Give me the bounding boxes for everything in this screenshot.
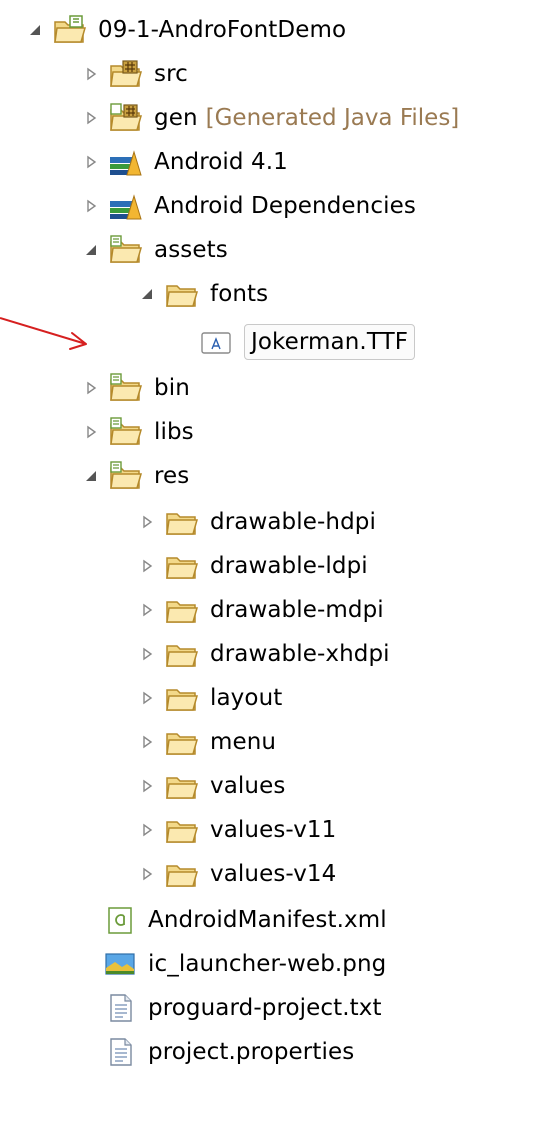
collapsed-twisty-icon[interactable] [80,63,102,85]
tree-item-label: Android 4.1 [154,149,288,175]
tree-item-drawable-xhdpi[interactable]: drawable-xhdpi [136,632,390,676]
tree-item-android-dependencies[interactable]: Android Dependencies [80,184,416,228]
tree-item-src[interactable]: src [80,52,188,96]
tree-item-android-library[interactable]: Android 4.1 [80,140,288,184]
tree-item-bin[interactable]: bin [80,366,190,410]
folder-icon [164,506,200,538]
tree-item-label: bin [154,375,190,401]
tree-item-ic-launcher-web[interactable]: ic_launcher-web.png [102,942,386,986]
tree-item-label: drawable-ldpi [210,553,368,579]
source-folder-icon [108,234,144,266]
collapsed-twisty-icon[interactable] [136,731,158,753]
tree-item-values-v11[interactable]: values-v11 [136,808,336,852]
tree-item-label: drawable-mdpi [210,597,384,623]
expanded-twisty-icon[interactable] [24,19,46,41]
tree-item-proguard-project[interactable]: proguard-project.txt [102,986,382,1030]
tree-item-label: assets [154,237,228,263]
text-file-icon [102,992,138,1024]
tree-item-android-manifest[interactable]: AndroidManifest.xml [102,898,387,942]
tree-item-values[interactable]: values [136,764,285,808]
tree-item-assets[interactable]: assets [80,228,228,272]
tree-item-label: proguard-project.txt [148,995,382,1021]
tree-item-label: values-v11 [210,817,337,843]
tree-item-drawable-hdpi[interactable]: drawable-hdpi [136,500,376,544]
folder-icon [164,682,200,714]
folder-icon [164,770,200,802]
folder-icon [164,550,200,582]
tree-item-gen[interactable]: gen [Generated Java Files] [80,96,459,140]
source-folder-icon [108,58,144,90]
tree-item-label: menu [210,729,277,755]
expanded-twisty-icon[interactable] [80,465,102,487]
tree-item-label: src [154,61,188,87]
tree-item-libs[interactable]: libs [80,410,194,454]
tree-item-drawable-mdpi[interactable]: drawable-mdpi [136,588,384,632]
tree-item-label: res [154,463,190,489]
tree-item-label: AndroidManifest.xml [148,907,387,933]
folder-icon [164,814,200,846]
source-folder-icon [108,460,144,492]
collapsed-twisty-icon[interactable] [136,819,158,841]
android-manifest-icon [102,904,138,936]
tree-item-label: gen [154,105,198,131]
collapsed-twisty-icon[interactable] [80,377,102,399]
collapsed-twisty-icon[interactable] [136,555,158,577]
source-folder-icon [108,372,144,404]
tree-item-font-file[interactable]: Jokerman.TTF [198,320,416,364]
generated-source-folder-icon [108,102,144,134]
image-file-icon [102,948,138,980]
tree-item-fonts[interactable]: fonts [136,272,268,316]
collapsed-twisty-icon[interactable] [136,511,158,533]
tree-item-label: values [210,773,286,799]
collapsed-twisty-icon[interactable] [80,421,102,443]
collapsed-twisty-icon[interactable] [136,775,158,797]
tree-item-label: values-v14 [210,861,337,887]
tree-item-label: Android Dependencies [154,193,416,219]
collapsed-twisty-icon[interactable] [80,107,102,129]
expanded-twisty-icon[interactable] [80,239,102,261]
tree-item-label: drawable-xhdpi [210,641,390,667]
tree-item-project-properties[interactable]: project.properties [102,1030,354,1074]
folder-icon [164,638,200,670]
tree-item-layout[interactable]: layout [136,676,282,720]
tree-item-values-v14[interactable]: values-v14 [136,852,336,896]
collapsed-twisty-icon[interactable] [80,195,102,217]
tree-item-label: layout [210,685,283,711]
folder-icon [164,726,200,758]
tree-item-res[interactable]: res [80,454,189,498]
expanded-twisty-icon[interactable] [136,283,158,305]
collapsed-twisty-icon[interactable] [136,687,158,709]
tree-item-drawable-ldpi[interactable]: drawable-ldpi [136,544,368,588]
collapsed-twisty-icon[interactable] [136,863,158,885]
collapsed-twisty-icon[interactable] [80,151,102,173]
font-file-icon [198,326,234,358]
collapsed-twisty-icon[interactable] [136,599,158,621]
source-folder-icon [108,416,144,448]
annotation-arrow-icon [0,317,87,350]
folder-icon [164,594,200,626]
package-explorer-tree: 09-1-AndroFontDemo src gen [Generated Ja… [0,0,536,1135]
tree-item-label: ic_launcher-web.png [148,951,387,977]
folder-icon [164,278,200,310]
folder-icon [164,858,200,890]
library-icon [108,146,144,178]
tree-item-label: project.properties [148,1039,355,1065]
tree-item-label: fonts [210,281,269,307]
tree-item-project[interactable]: 09-1-AndroFontDemo [24,8,346,52]
tree-item-decoration: [Generated Java Files] [205,105,460,131]
tree-item-label: 09-1-AndroFontDemo [98,17,347,43]
library-icon [108,190,144,222]
tree-item-label: Jokerman.TTF [244,324,416,360]
tree-item-label: libs [154,419,194,445]
tree-item-menu[interactable]: menu [136,720,276,764]
tree-item-label: drawable-hdpi [210,509,376,535]
collapsed-twisty-icon[interactable] [136,643,158,665]
text-file-icon [102,1036,138,1068]
android-project-icon [52,14,88,46]
